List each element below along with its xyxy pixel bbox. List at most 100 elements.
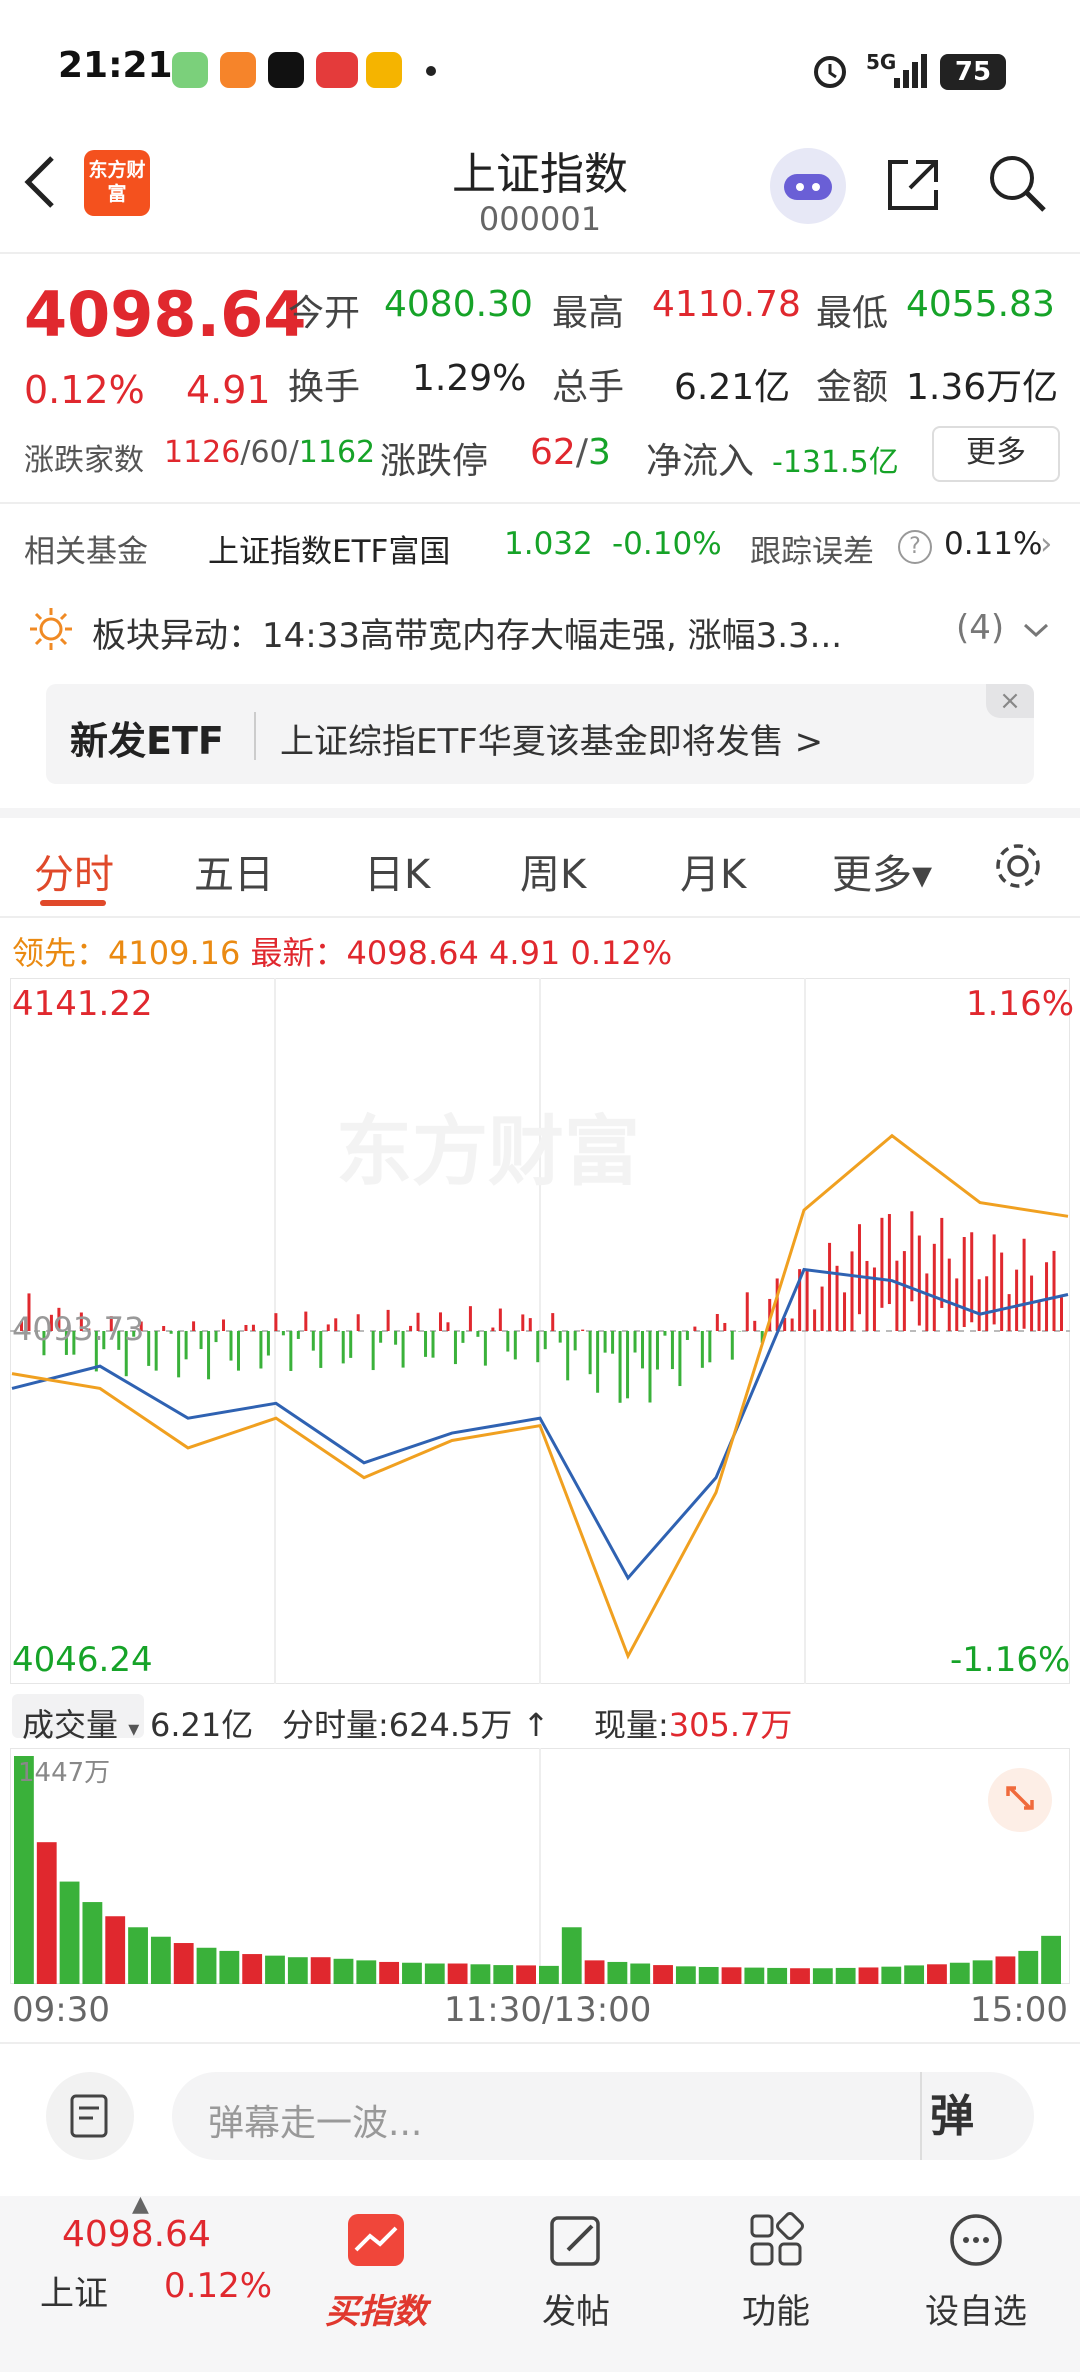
close-banner-button[interactable]: × [986,684,1034,718]
fund-price: 1.032 [504,526,593,562]
breadth-bar-down [700,1331,704,1368]
sector-alert-text[interactable]: 板块异动：14:33高带宽内存大幅走强, 涨幅3.3... [92,608,842,657]
breadth-bar-up [1015,1269,1019,1331]
amount-value: 1.36万亿 [906,367,1059,408]
more-button[interactable]: 更多 [932,426,1060,482]
volume-bar [424,1963,445,1984]
x-label-midday: 11:30/13:00 [444,1990,652,2030]
chevron-down-icon[interactable] [1022,620,1050,640]
tab-more[interactable]: 更多▾ [832,842,932,900]
breadth-bar-down [453,1331,457,1365]
volume-bar [1018,1950,1039,1984]
breadth-bar-down [259,1331,263,1369]
latest-change: 4.91 [489,934,561,972]
mini-index-price[interactable]: 4098.64 [62,2214,211,2255]
change-value: 4.91 [186,368,271,412]
lead-row: 领先：4109.16 最新：4098.64 4.91 0.12% [12,928,672,974]
expand-icon [1006,1786,1034,1810]
breadth-bar-down [154,1331,158,1371]
volume-bar [402,1962,422,1984]
volume-bar [105,1916,126,1984]
search-button[interactable] [984,150,1050,216]
volume-bar [858,1967,879,1984]
section-gap [0,808,1080,818]
breadth-bar-down [401,1331,405,1368]
tab-daily-k[interactable]: 日K [364,842,430,900]
breadth-bar-down [730,1331,734,1360]
breadth-bar-up [940,1217,944,1308]
breadth-bar-up [925,1273,929,1331]
breadth-bar-up [304,1311,308,1331]
volume-bar [287,1957,308,1984]
app-notification-icon [220,52,256,88]
volume-label: 成交量 ▾ [22,1706,140,1744]
divider [0,2042,1080,2044]
breadth-bar-up [775,1278,779,1331]
volume-chart [10,1748,1070,1984]
volume-bar [1041,1935,1061,1984]
nav-functions[interactable]: 功能 [696,2284,856,2333]
breadth-bar-down [394,1331,398,1345]
volume-label-text: 成交量 [22,1706,119,1744]
banner-tag: 新发ETF [70,719,224,763]
breadth-bar-up [551,1313,555,1331]
nav-buy-index[interactable]: 买指数 [296,2284,456,2333]
current-volume-label: 现量: [594,1706,669,1744]
breadth-bar-down [708,1331,712,1363]
share-button[interactable] [882,154,944,216]
robot-icon [784,174,832,200]
volume-bar [265,1955,285,1984]
volume-bar [356,1960,377,1984]
breadth-bar-up [1060,1297,1063,1331]
volume-bar [36,1842,57,1984]
breadth-values: 1126/60/1162 [164,435,376,470]
nav-add-watchlist[interactable]: 设自选 [896,2284,1056,2333]
comment-list-button[interactable] [46,2072,134,2160]
tab-five-day[interactable]: 五日 [194,842,274,900]
app-notification-icon [366,52,402,88]
volume-bar [995,1956,1016,1984]
breadth-bar-up [251,1324,255,1331]
divider [0,916,1080,918]
battery-icon: 75 [940,54,1006,90]
buy-index-icon [348,2214,404,2266]
tracking-error-value: 0.11% [944,526,1043,562]
status-bar: 21:21 5G 75 [0,0,1080,130]
tab-monthly-k[interactable]: 月K [680,842,746,900]
expand-chart-button[interactable] [988,1768,1052,1832]
help-icon[interactable]: ? [898,530,932,564]
tab-intraday[interactable]: 分时 [34,842,114,900]
assistant-avatar[interactable] [770,148,846,224]
breadth-bar-down [670,1331,674,1370]
volume-bar [812,1968,833,1984]
banner-text[interactable]: 上证综指ETF华夏该基金即将发售 > [280,714,823,763]
inflow-value: -131.5亿 [772,445,899,480]
breadth-bar-down [655,1331,659,1370]
current-volume: 现量:305.7万 [594,1700,792,1746]
gear-icon[interactable] [990,838,1046,894]
fund-pct: -0.10% [612,526,722,562]
breadth-bar-down [558,1331,562,1343]
nav-post[interactable]: 发帖 [496,2284,656,2333]
tab-weekly-k[interactable]: 周K [520,842,586,900]
breadth-bar-up [745,1292,749,1331]
fund-name[interactable]: 上证指数ETF富国 [208,526,450,571]
breadth-bar-up [813,1309,817,1331]
breadth-bar-up [962,1237,966,1328]
post-icon [550,2216,600,2266]
volume-bar [333,1958,354,1984]
x-label-close: 15:00 [970,1990,1068,2030]
mini-index-pct: 0.12% [164,2266,273,2306]
breadth-bar-down [648,1331,652,1403]
volume-bar [219,1950,240,1984]
danmu-toggle-button[interactable]: 弹 [930,2080,974,2144]
breadth-bar-up [932,1243,936,1331]
latest-pct: 0.12% [570,934,673,972]
volume-bar [379,1961,400,1984]
breadth-bar-up [192,1321,196,1331]
breadth-bar-down [266,1331,270,1356]
intraday-chart[interactable] [10,978,1070,1684]
breadth-bar-up [222,1319,226,1331]
volume-bar [59,1881,80,1984]
breadth-bar-down [184,1331,188,1360]
